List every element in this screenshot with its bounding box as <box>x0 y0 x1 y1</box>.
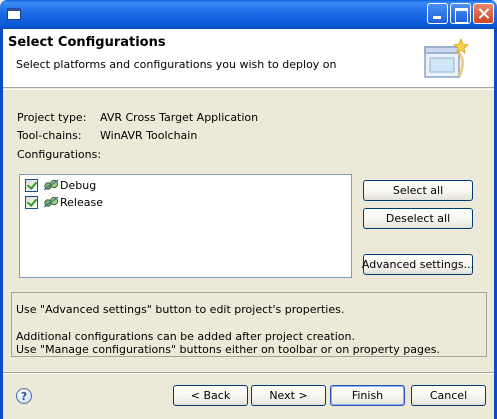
release-checkbox[interactable] <box>25 196 38 209</box>
message-area: Use "Advanced settings" button to edit p… <box>11 292 487 357</box>
cancel-button[interactable]: Cancel <box>411 385 486 406</box>
footer-separator-highlight <box>3 373 494 374</box>
page-description: Select platforms and configurations you … <box>16 58 337 71</box>
message-line-2: Additional configurations can be added a… <box>16 330 355 343</box>
debug-checkbox[interactable] <box>25 179 38 192</box>
configuration-icon <box>43 179 59 191</box>
finish-button[interactable]: Finish <box>330 385 405 406</box>
configurations-list[interactable]: Debug Release <box>19 174 352 278</box>
message-line-1: Use "Advanced settings" button to edit p… <box>16 303 345 316</box>
configuration-icon <box>43 196 59 208</box>
window-icon <box>7 8 21 20</box>
wizard-banner-icon <box>424 37 469 78</box>
configurations-label: Configurations: <box>17 148 102 161</box>
minimize-icon[interactable] <box>427 3 448 24</box>
release-label: Release <box>60 196 103 209</box>
toolchains-value: WinAVR Toolchain <box>100 129 198 142</box>
project-type-label: Project type: <box>17 111 87 124</box>
wizard-header: Select Configurations Select platforms a… <box>3 29 494 88</box>
message-line-3: Use "Manage configurations" buttons eith… <box>16 343 440 356</box>
page-title: Select Configurations <box>8 35 166 50</box>
advanced-settings-button[interactable]: Advanced settings... <box>362 254 474 275</box>
next-button[interactable]: Next > <box>251 385 326 406</box>
maximize-icon[interactable] <box>450 3 471 24</box>
toolchains-label: Tool-chains: <box>17 129 82 142</box>
title-bar[interactable] <box>0 0 497 29</box>
list-item-debug[interactable]: Debug <box>25 178 225 194</box>
deselect-all-button[interactable]: Deselect all <box>363 208 473 229</box>
back-button[interactable]: < Back <box>173 385 248 406</box>
close-icon[interactable] <box>473 3 494 24</box>
debug-label: Debug <box>60 179 97 192</box>
help-icon[interactable]: ? <box>16 388 32 404</box>
list-item-release[interactable]: Release <box>25 195 225 211</box>
select-all-button[interactable]: Select all <box>363 180 473 201</box>
project-type-value: AVR Cross Target Application <box>100 111 259 124</box>
header-separator <box>3 89 494 90</box>
